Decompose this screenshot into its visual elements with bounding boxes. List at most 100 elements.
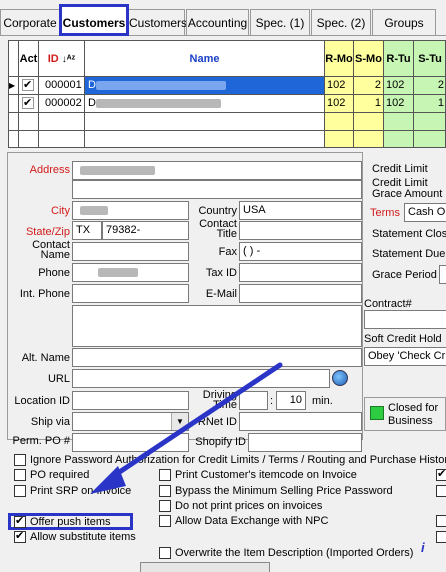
tab-spec-2[interactable]: Spec. (2) <box>311 9 371 35</box>
table-row-s-mo[interactable]: 2 <box>354 77 384 95</box>
driving-time-minutes[interactable]: 10 <box>276 391 306 410</box>
minutes-unit-label: min. <box>312 395 333 407</box>
right-checkbox-1[interactable] <box>436 467 446 481</box>
empty-row <box>414 113 445 131</box>
table-row-r-mo[interactable]: 102 <box>325 95 354 113</box>
country-field[interactable]: USA <box>239 201 362 220</box>
fax-field[interactable]: ( ) - <box>239 242 362 261</box>
int-phone-label: Int. Phone <box>19 288 70 300</box>
table-row-r-tu[interactable]: 102 <box>384 77 414 95</box>
table-row-id[interactable]: 000001 <box>39 77 85 95</box>
no-print-prices-label: Do not print prices on invoices <box>175 500 323 512</box>
allow-npc-label: Allow Data Exchange with NPC <box>175 515 329 527</box>
alt-name-field[interactable] <box>72 348 362 367</box>
address-field-1[interactable] <box>72 161 362 180</box>
contact-title-field[interactable] <box>239 221 362 240</box>
table-row-act[interactable] <box>19 77 39 95</box>
grace-period-field[interactable] <box>439 265 446 284</box>
chevron-down-icon[interactable]: ▼ <box>171 413 188 430</box>
int-phone-field[interactable] <box>72 284 189 303</box>
col-header-r-mo[interactable]: R-Mo <box>325 41 354 77</box>
table-row-name[interactable]: D <box>85 95 325 113</box>
empty-row <box>85 131 325 147</box>
soft-credit-hold-select[interactable]: Obey 'Check Cr <box>364 347 446 366</box>
table-row-s-tu[interactable]: 2 <box>414 77 445 95</box>
row-indicator-header <box>9 41 19 77</box>
no-print-prices-checkbox[interactable] <box>159 500 171 512</box>
zip-field[interactable]: 79382- <box>102 221 189 240</box>
overwrite-desc-checkbox[interactable] <box>159 547 171 559</box>
terms-field[interactable]: Cash O <box>404 203 446 222</box>
address-field-2[interactable] <box>72 180 362 199</box>
print-itemcode-label: Print Customer's itemcode on Invoice <box>175 469 357 481</box>
location-id-field[interactable] <box>72 391 189 410</box>
table-row-id[interactable]: 000002 <box>39 95 85 113</box>
shopify-id-field[interactable] <box>248 433 362 452</box>
city-field[interactable] <box>72 201 189 220</box>
allow-substitute-checkbox[interactable] <box>14 529 26 543</box>
table-row-act[interactable] <box>19 95 39 113</box>
grace-period-label: Grace Period <box>372 269 437 281</box>
table-row-s-tu[interactable]: 1 <box>414 95 445 113</box>
col-header-s-mo[interactable]: S-Mo <box>354 41 384 77</box>
col-header-name[interactable]: Name <box>85 41 325 77</box>
table-row-s-mo[interactable]: 1 <box>354 95 384 113</box>
offer-push-checkbox[interactable] <box>14 514 26 528</box>
tab-groups[interactable]: Groups <box>372 9 436 35</box>
closed-for-business-toggle[interactable] <box>370 406 384 420</box>
col-header-s-tu[interactable]: S-Tu <box>414 41 445 77</box>
notes-field[interactable] <box>72 305 362 347</box>
tab-customers-2[interactable]: Customers <box>128 9 187 35</box>
print-itemcode-checkbox[interactable] <box>159 469 171 481</box>
redacted-name <box>95 98 221 108</box>
url-field[interactable] <box>72 369 330 388</box>
bypass-min-price-checkbox[interactable] <box>159 485 171 497</box>
empty-row <box>384 131 414 147</box>
credit-limit-label: Credit Limit <box>372 163 428 175</box>
tab-accounting[interactable]: Accounting <box>186 9 249 35</box>
info-icon[interactable]: i <box>421 540 425 555</box>
empty-row <box>39 131 85 147</box>
driving-time-separator: : <box>270 395 274 407</box>
ignore-password-checkbox[interactable] <box>14 454 26 466</box>
closed-for-business-label: Closed for Business <box>388 402 439 427</box>
right-checkbox-3[interactable] <box>436 515 446 527</box>
print-srp-checkbox[interactable] <box>14 485 26 497</box>
table-row-name[interactable]: D <box>85 77 325 95</box>
globe-icon[interactable] <box>332 370 348 386</box>
empty-row <box>354 113 384 131</box>
tax-id-field[interactable] <box>239 263 362 282</box>
email-field[interactable] <box>239 284 362 303</box>
table-row-r-tu[interactable]: 102 <box>384 95 414 113</box>
tab-corporate[interactable]: Corporate <box>0 9 60 35</box>
active-checkbox[interactable] <box>22 77 34 94</box>
soft-credit-hold-label: Soft Credit Hold <box>364 333 442 345</box>
phone-field[interactable] <box>72 263 189 282</box>
driving-time-hours[interactable] <box>239 391 268 410</box>
rnet-id-field[interactable] <box>239 412 362 431</box>
po-required-checkbox[interactable] <box>14 469 26 481</box>
right-checkbox-4[interactable] <box>436 531 446 543</box>
perm-po-field[interactable] <box>72 433 189 452</box>
empty-row <box>19 113 39 131</box>
right-checkbox-2[interactable] <box>436 485 446 497</box>
tab-customers[interactable]: Customers <box>59 4 129 36</box>
country-label: Country <box>198 205 237 217</box>
address-label: Address <box>29 164 70 176</box>
active-checkbox[interactable] <box>22 95 34 112</box>
col-header-id[interactable]: ID ↓ᴬᶻ <box>39 41 85 77</box>
col-header-r-tu[interactable]: R-Tu <box>384 41 414 77</box>
allow-npc-checkbox[interactable] <box>159 515 171 527</box>
tab-spec-1[interactable]: Spec. (1) <box>250 9 310 35</box>
offer-push-label: Offer push items <box>30 516 111 528</box>
state-field[interactable]: TX <box>72 221 102 240</box>
contract-field[interactable] <box>364 310 446 329</box>
table-row-r-mo[interactable]: 102 <box>325 77 354 95</box>
contact-name-field[interactable] <box>72 242 189 261</box>
col-header-act[interactable]: Act <box>19 41 39 77</box>
bottom-button[interactable] <box>140 562 270 572</box>
customers-grid[interactable]: Act ID ↓ᴬᶻ Name R-Mo S-Mo R-Tu S-Tu ▶ 00… <box>8 40 446 148</box>
empty-row <box>85 113 325 131</box>
redacted-address <box>80 165 155 175</box>
po-required-label: PO required <box>30 469 90 481</box>
